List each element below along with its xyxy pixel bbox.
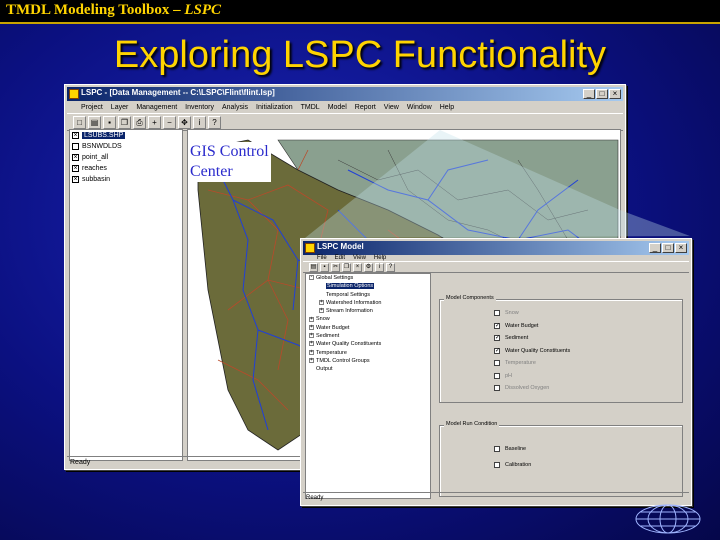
option-checkbox[interactable] [494, 462, 500, 468]
option-checkbox[interactable] [494, 372, 500, 379]
tree-item[interactable]: Temporal Settings [306, 291, 430, 299]
model-open-icon[interactable]: ▤ [309, 262, 318, 272]
option-row[interactable]: ✓ Water Quality Constituents [494, 347, 571, 354]
tree-item-label: Sediment [316, 333, 340, 340]
tree-item[interactable]: - Global Settings [306, 274, 430, 282]
expand-icon[interactable]: + [309, 349, 314, 355]
option-label: Snow [505, 310, 519, 316]
tree-item[interactable]: + Sediment [306, 332, 430, 340]
expand-icon[interactable]: + [309, 333, 314, 339]
expand-icon[interactable]: + [309, 358, 314, 364]
option-row[interactable]: Baseline [494, 446, 526, 452]
tree-item-label: Stream Information [326, 308, 373, 315]
model-run-legend: Model Run Condition [444, 421, 500, 427]
option-row[interactable]: Temperature [494, 360, 536, 366]
tree-item[interactable]: + Temperature [306, 349, 430, 357]
model-window: LSPC Model _ □ × File Edit View Help ▤ ▪ ✂ … [300, 238, 692, 506]
expand-icon[interactable]: + [309, 341, 314, 347]
model-settings-panel: Model Components Snow ✓ Water Budget ✓ Sedim… [435, 273, 687, 499]
model-toolbar: ▤ ▪ ✂ ❐ × ⚙ i ? [303, 261, 689, 273]
option-checkbox[interactable] [494, 310, 500, 316]
tree-item-label: Water Quality Constituents [316, 341, 382, 348]
option-label: Temperature [505, 360, 536, 366]
option-row[interactable]: Snow [494, 310, 519, 316]
tree-item[interactable]: + Water Budget [306, 324, 430, 332]
leaf-icon [319, 283, 324, 288]
model-minimize-button[interactable]: _ [649, 243, 661, 253]
option-label: Dissolved Oxygen [505, 385, 550, 391]
leaf-icon [319, 292, 324, 297]
option-checkbox[interactable]: ✓ [494, 347, 500, 354]
tree-item-label: Global Settings [316, 275, 354, 281]
model-maximize-button[interactable]: □ [662, 243, 674, 253]
tree-item-label: Temperature [316, 349, 347, 356]
tree-item-label: Watershed Information [326, 299, 382, 306]
globe-logo-icon [635, 504, 701, 534]
model-help-icon[interactable]: ? [386, 262, 395, 272]
option-checkbox[interactable] [494, 360, 500, 366]
option-label: Sediment [505, 335, 529, 341]
option-label: Water Quality Constituents [505, 347, 571, 354]
option-label: Calibration [505, 462, 532, 468]
tree-item[interactable]: + Water Quality Constituents [306, 340, 430, 348]
model-close-button[interactable]: × [675, 243, 687, 253]
tree-item[interactable]: + Stream Information [306, 307, 430, 315]
model-app-icon [305, 243, 315, 253]
model-settings-tree[interactable]: - Global Settings Simulation Options Tempor… [305, 273, 431, 499]
option-checkbox[interactable] [494, 385, 500, 391]
model-components-group: Model Components Snow ✓ Water Budget ✓ Sedim… [439, 295, 683, 403]
model-window-title: LSPC Model [317, 242, 364, 251]
tree-item[interactable]: + Snow [306, 315, 430, 323]
tree-item-label: Water Budget [316, 324, 350, 331]
expand-icon[interactable]: + [309, 324, 314, 330]
model-cut-icon[interactable]: ✂ [331, 262, 340, 272]
option-label: pH [505, 372, 513, 379]
option-checkbox[interactable]: ✓ [494, 322, 500, 329]
leaf-icon [309, 366, 314, 371]
tree-item[interactable]: Simulation Options [306, 282, 430, 290]
model-components-legend: Model Components [444, 295, 496, 301]
option-label: Baseline [505, 446, 527, 452]
tree-item-label: Snow [316, 316, 330, 323]
model-info-icon[interactable]: i [375, 262, 384, 272]
tree-item[interactable]: + Watershed Information [306, 299, 430, 307]
tree-item-label: Simulation Options [326, 283, 375, 290]
option-row[interactable]: ✓ Sediment [494, 335, 528, 341]
model-delete-icon[interactable]: × [353, 262, 362, 272]
option-row[interactable]: Dissolved Oxygen [494, 385, 549, 391]
tree-item-label: TMDL Control Groups [316, 357, 370, 364]
model-copy-icon[interactable]: ❐ [342, 262, 351, 272]
option-checkbox[interactable]: ✓ [494, 335, 500, 341]
option-row[interactable]: Calibration [494, 462, 531, 468]
option-row[interactable]: pH [494, 372, 513, 379]
option-label: Water Budget [505, 322, 539, 329]
tree-item[interactable]: + TMDL Control Groups [306, 357, 430, 365]
expand-icon[interactable]: + [319, 299, 324, 305]
collapse-icon[interactable]: - [309, 275, 314, 281]
expand-icon[interactable]: + [309, 316, 314, 322]
tree-item[interactable]: Output [306, 365, 430, 373]
model-run-group: Model Run Condition Baseline Calibration [439, 421, 683, 497]
tree-item-label: Temporal Settings [326, 291, 371, 298]
option-row[interactable]: ✓ Water Budget [494, 322, 539, 329]
model-save-icon[interactable]: ▪ [320, 262, 329, 272]
tree-item-label: Output [316, 366, 333, 373]
model-run-icon[interactable]: ⚙ [364, 262, 373, 272]
expand-icon[interactable]: + [319, 308, 324, 314]
option-checkbox[interactable] [494, 446, 500, 452]
